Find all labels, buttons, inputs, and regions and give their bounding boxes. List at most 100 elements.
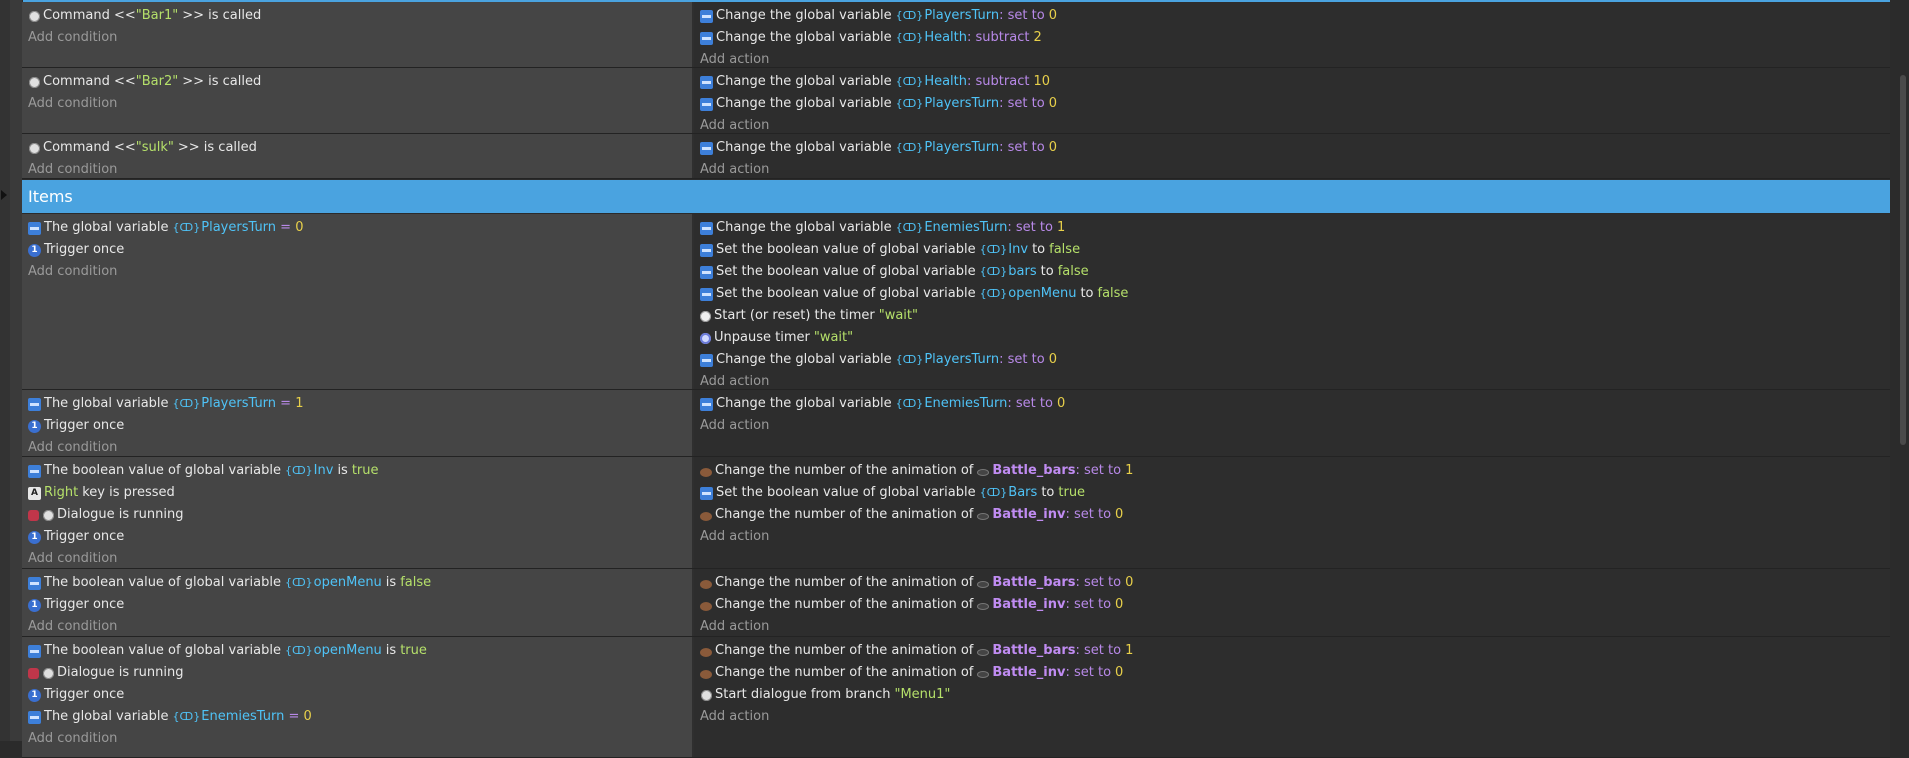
condition[interactable]: A Right key is pressed bbox=[28, 482, 692, 504]
add-condition-link[interactable]: Add condition bbox=[28, 728, 692, 750]
event-row[interactable]: The boolean value of global variable {ↀ} o… bbox=[22, 569, 1890, 637]
condition[interactable]: Dialogue is running bbox=[28, 504, 692, 526]
add-action-link[interactable]: Add action bbox=[700, 415, 1890, 437]
variable-icon bbox=[700, 287, 713, 301]
object-icon bbox=[977, 671, 990, 678]
action[interactable]: Set the boolean value of global variable… bbox=[700, 239, 1890, 261]
trigger-once-icon: 1 bbox=[28, 688, 41, 702]
animation-icon bbox=[700, 601, 712, 611]
action[interactable]: Change the global variable {ↀ} PlayersTurn… bbox=[700, 93, 1890, 115]
conditions-column[interactable]: Command << "Bar2" >> is called Add conditi… bbox=[22, 68, 694, 133]
action[interactable]: Change the global variable {ↀ} Health: sub… bbox=[700, 27, 1890, 49]
event-row[interactable]: Command << "Bar1" >> is called Add conditi… bbox=[22, 2, 1890, 68]
condition[interactable]: Command << "Bar1" >> is called bbox=[28, 5, 692, 27]
object-icon bbox=[977, 649, 990, 656]
actions-column[interactable]: Change the global variable {ↀ} EnemiesTurn… bbox=[694, 390, 1890, 456]
add-condition-link[interactable]: Add condition bbox=[28, 437, 692, 459]
actions-column[interactable]: Change the global variable {ↀ} EnemiesTurn… bbox=[694, 214, 1890, 389]
scrollbar-thumb[interactable] bbox=[1900, 75, 1906, 445]
conditions-column[interactable]: The global variable {ↀ} PlayersTurn = 0 1 … bbox=[22, 214, 694, 389]
condition[interactable]: 1 Trigger once bbox=[28, 684, 692, 706]
conditions-column[interactable]: The boolean value of global variable {ↀ} o… bbox=[22, 637, 694, 757]
actions-column[interactable]: Change the number of the animation of Bat… bbox=[694, 569, 1890, 636]
conditions-column[interactable]: Command << "sulk" >> is called Add conditi… bbox=[22, 134, 694, 178]
condition[interactable]: The boolean value of global variable {ↀ} o… bbox=[28, 572, 692, 594]
action[interactable]: Change the number of the animation of Bat… bbox=[700, 594, 1890, 616]
add-condition-link[interactable]: Add condition bbox=[28, 548, 692, 570]
condition[interactable]: 1 Trigger once bbox=[28, 594, 692, 616]
condition[interactable]: The global variable {ↀ} EnemiesTurn = 0 bbox=[28, 706, 692, 728]
timer-icon bbox=[700, 310, 711, 322]
condition[interactable]: 1 Trigger once bbox=[28, 526, 692, 548]
actions-column[interactable]: Change the number of the animation of Bat… bbox=[694, 637, 1890, 757]
conditions-column[interactable]: The boolean value of global variable {ↀ} I… bbox=[22, 457, 694, 568]
event-row[interactable]: The global variable {ↀ} PlayersTurn = 1 1 … bbox=[22, 390, 1890, 457]
condition[interactable]: Dialogue is running bbox=[28, 662, 692, 684]
add-action-link[interactable]: Add action bbox=[700, 526, 1890, 548]
event-row[interactable]: Command << "Bar2" >> is called Add conditi… bbox=[22, 68, 1890, 134]
action[interactable]: Change the number of the animation of Bat… bbox=[700, 640, 1890, 662]
condition[interactable]: 1 Trigger once bbox=[28, 415, 692, 437]
action[interactable]: Start dialogue from branch "Menu1" bbox=[700, 684, 1890, 706]
add-action-link[interactable]: Add action bbox=[700, 159, 1890, 181]
dialogue-icon bbox=[28, 667, 39, 679]
trigger-once-icon: 1 bbox=[28, 419, 41, 433]
event-row[interactable]: The boolean value of global variable {ↀ} o… bbox=[22, 637, 1890, 758]
condition[interactable]: 1 Trigger once bbox=[28, 239, 692, 261]
condition[interactable]: The boolean value of global variable {ↀ} I… bbox=[28, 460, 692, 482]
add-condition-link[interactable]: Add condition bbox=[28, 616, 692, 638]
action[interactable]: Set the boolean value of global variable… bbox=[700, 283, 1890, 305]
conditions-column[interactable]: Command << "Bar1" >> is called Add conditi… bbox=[22, 2, 694, 67]
object-icon bbox=[977, 469, 990, 476]
action[interactable]: Change the number of the animation of Bat… bbox=[700, 460, 1890, 482]
add-condition-link[interactable]: Add condition bbox=[28, 261, 692, 283]
condition[interactable]: The global variable {ↀ} PlayersTurn = 0 bbox=[28, 217, 692, 239]
event-row[interactable]: The boolean value of global variable {ↀ} I… bbox=[22, 457, 1890, 569]
condition[interactable]: The boolean value of global variable {ↀ} o… bbox=[28, 640, 692, 662]
actions-column[interactable]: Change the global variable {ↀ} PlayersTurn… bbox=[694, 134, 1890, 178]
collapse-arrow-icon[interactable] bbox=[1, 190, 7, 200]
condition[interactable]: Command << "Bar2" >> is called bbox=[28, 71, 692, 93]
event-row[interactable]: The global variable {ↀ} PlayersTurn = 0 1 … bbox=[22, 214, 1890, 390]
add-action-link[interactable]: Add action bbox=[700, 706, 1890, 728]
action[interactable]: Change the number of the animation of Bat… bbox=[700, 662, 1890, 684]
event-row[interactable]: Command << "sulk" >> is called Add conditi… bbox=[22, 134, 1890, 179]
trigger-once-icon: 1 bbox=[28, 530, 41, 544]
action[interactable]: Unpause timer "wait" bbox=[700, 327, 1890, 349]
variable-icon bbox=[28, 710, 41, 724]
condition[interactable]: The global variable {ↀ} PlayersTurn = 1 bbox=[28, 393, 692, 415]
group-title: Items bbox=[28, 187, 73, 206]
action[interactable]: Change the global variable {ↀ} Health: sub… bbox=[700, 71, 1890, 93]
group-header[interactable]: Items bbox=[22, 179, 1890, 214]
add-action-link[interactable]: Add action bbox=[700, 616, 1890, 638]
actions-column[interactable]: Change the global variable {ↀ} PlayersTurn… bbox=[694, 2, 1890, 67]
animation-icon bbox=[700, 511, 712, 521]
conditions-column[interactable]: The global variable {ↀ} PlayersTurn = 1 1 … bbox=[22, 390, 694, 456]
variable-icon bbox=[700, 243, 713, 257]
actions-column[interactable]: Change the global variable {ↀ} Health: sub… bbox=[694, 68, 1890, 133]
action[interactable]: Change the number of the animation of Bat… bbox=[700, 572, 1890, 594]
action[interactable]: Change the global variable {ↀ} PlayersTurn… bbox=[700, 349, 1890, 371]
actions-column[interactable]: Change the number of the animation of Bat… bbox=[694, 457, 1890, 568]
action[interactable]: Set the boolean value of global variable… bbox=[700, 261, 1890, 283]
variable-icon bbox=[28, 464, 41, 478]
action[interactable]: Start (or reset) the timer "wait" bbox=[700, 305, 1890, 327]
action[interactable]: Set the boolean value of global variable… bbox=[700, 482, 1890, 504]
left-gutter bbox=[0, 0, 10, 741]
scrollbar[interactable] bbox=[1891, 0, 1909, 741]
action[interactable]: Change the global variable {ↀ} PlayersTurn… bbox=[700, 5, 1890, 27]
variable-icon bbox=[28, 576, 41, 590]
action[interactable]: Change the global variable {ↀ} EnemiesTurn… bbox=[700, 217, 1890, 239]
add-condition-link[interactable]: Add condition bbox=[28, 159, 692, 181]
conditions-column[interactable]: The boolean value of global variable {ↀ} o… bbox=[22, 569, 694, 636]
condition[interactable]: Command << "sulk" >> is called bbox=[28, 137, 692, 159]
action[interactable]: Change the global variable {ↀ} EnemiesTurn… bbox=[700, 393, 1890, 415]
gear-icon bbox=[43, 509, 54, 521]
events-sheet: Command << "Bar1" >> is called Add conditi… bbox=[22, 2, 1890, 758]
add-condition-link[interactable]: Add condition bbox=[28, 93, 692, 115]
add-condition-link[interactable]: Add condition bbox=[28, 27, 692, 49]
gear-icon bbox=[29, 10, 40, 22]
action[interactable]: Change the number of the animation of Bat… bbox=[700, 504, 1890, 526]
action[interactable]: Change the global variable {ↀ} PlayersTurn… bbox=[700, 137, 1890, 159]
variable-icon bbox=[700, 75, 713, 89]
